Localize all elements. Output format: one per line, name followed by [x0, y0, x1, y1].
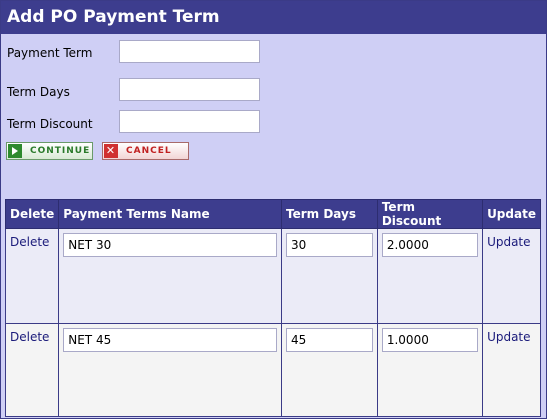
- cancel-button-label: CANCEL: [126, 146, 172, 156]
- table-row: Delete Update: [4, 228, 541, 324]
- term-days-input[interactable]: [119, 78, 260, 101]
- update-link[interactable]: Update: [487, 330, 530, 344]
- term-days-cell-input[interactable]: [285, 233, 373, 257]
- term-days-cell-input[interactable]: [285, 328, 373, 352]
- payment-term-label: Payment Term: [7, 46, 93, 60]
- delete-cell: Delete: [4, 228, 60, 324]
- discount-cell: [376, 228, 484, 324]
- name-cell: [58, 228, 282, 324]
- x-icon: ✕: [104, 144, 118, 158]
- payment-term-panel: Add PO Payment Term Payment Term Term Da…: [0, 0, 547, 419]
- continue-button[interactable]: CONTINUE: [6, 142, 93, 160]
- header-payment-terms-name: Payment Terms Name: [58, 199, 282, 229]
- page-title: Add PO Payment Term: [1, 1, 546, 34]
- header-update: Update: [482, 199, 541, 229]
- update-link[interactable]: Update: [487, 235, 530, 249]
- term-days-label: Term Days: [7, 85, 70, 99]
- term-discount-label: Term Discount: [7, 117, 93, 131]
- continue-button-label: CONTINUE: [30, 146, 91, 156]
- header-term-discount: Term Discount: [376, 199, 484, 229]
- days-cell: [280, 228, 378, 324]
- header-term-days: Term Days: [280, 199, 378, 229]
- payment-terms-name-input[interactable]: [63, 233, 277, 257]
- header-delete: Delete: [4, 199, 60, 229]
- delete-link[interactable]: Delete: [10, 235, 49, 249]
- discount-cell: [376, 323, 484, 417]
- update-cell: Update: [482, 228, 541, 324]
- table-header-row: Delete Payment Terms Name Term Days Term…: [4, 199, 541, 229]
- table-row: Delete Update: [4, 323, 541, 417]
- term-discount-cell-input[interactable]: [381, 328, 479, 352]
- payment-term-input[interactable]: [119, 40, 260, 63]
- name-cell: [58, 323, 282, 417]
- payment-terms-name-input[interactable]: [63, 328, 277, 352]
- days-cell: [280, 323, 378, 417]
- term-discount-cell-input[interactable]: [381, 233, 479, 257]
- term-discount-input[interactable]: [119, 110, 260, 133]
- cancel-button[interactable]: ✕ CANCEL: [102, 142, 189, 160]
- arrow-right-icon: [8, 144, 22, 158]
- update-cell: Update: [482, 323, 541, 417]
- payment-terms-table: Delete Payment Terms Name Term Days Term…: [4, 199, 541, 417]
- delete-cell: Delete: [4, 323, 60, 417]
- delete-link[interactable]: Delete: [10, 330, 49, 344]
